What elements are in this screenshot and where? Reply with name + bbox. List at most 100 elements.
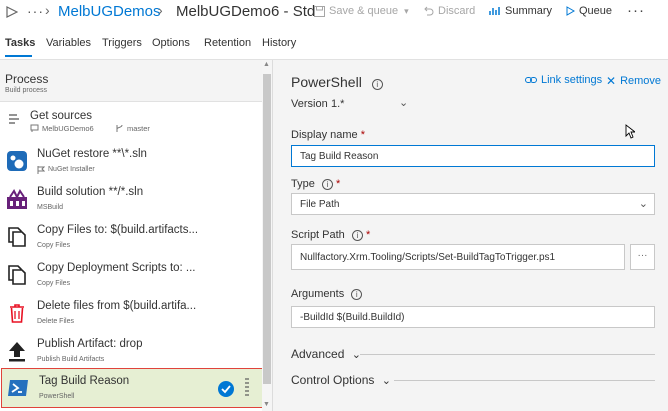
powershell-icon — [8, 380, 28, 396]
required-marker: * — [365, 229, 371, 241]
task-item-tag-build-reason[interactable]: Tag Build Reason PowerShell — [1, 368, 270, 408]
discard-label: Discard — [438, 5, 476, 17]
task-title: Copy Deployment Scripts to: ... — [37, 262, 196, 274]
advanced-section-toggle[interactable]: Advanced ⌄ — [291, 347, 361, 361]
task-title: Build solution **/*.sln — [37, 186, 144, 198]
tab-tasks[interactable]: Tasks — [5, 37, 35, 49]
task-item-build-solution[interactable]: Build solution **/*.sln MSBuild — [0, 180, 262, 218]
copy-files-icon — [8, 265, 26, 285]
type-label: Type i * — [291, 178, 340, 190]
pipeline-icon — [6, 6, 18, 18]
type-select[interactable]: File Path ⌄ — [291, 193, 655, 215]
scrollbar-thumb[interactable] — [263, 74, 271, 384]
scroll-up-icon[interactable]: ▲ — [263, 61, 270, 68]
process-title: Process — [5, 72, 49, 86]
task-item-copy-files[interactable]: Copy Files to: $(build.artifacts... Copy… — [0, 218, 262, 256]
remove-button[interactable]: ✕ Remove — [606, 74, 661, 88]
get-sources-icon — [9, 114, 19, 124]
scroll-down-icon[interactable]: ▼ — [263, 401, 270, 408]
save-queue-button[interactable]: Save & queue ▾ — [314, 5, 409, 17]
process-subtitle: Build process — [5, 87, 48, 94]
chevron-down-icon: ▾ — [404, 5, 409, 16]
info-icon[interactable]: i — [351, 230, 363, 241]
required-marker: * — [360, 129, 365, 141]
summary-button[interactable]: Summary — [489, 5, 552, 17]
script-path-label-text: Script Path — [291, 229, 345, 241]
browse-button[interactable]: ··· — [630, 244, 655, 270]
task-subtitle: Publish Build Artifacts — [37, 356, 105, 363]
more-actions-icon[interactable]: ··· — [627, 2, 645, 19]
top-bar: ··· › MelbUGDemos › MelbUGDemo6 - Std Sa… — [0, 0, 668, 26]
arguments-label-text: Arguments — [291, 288, 345, 300]
tab-variables[interactable]: Variables — [46, 37, 91, 49]
task-title: Delete files from $(build.artifa... — [37, 300, 197, 312]
copy-files-icon — [8, 227, 26, 247]
task-subtitle: Delete Files — [37, 318, 74, 325]
close-icon: ✕ — [606, 74, 617, 88]
chevron-right-icon: › — [45, 2, 50, 18]
tab-triggers[interactable]: Triggers — [102, 37, 142, 49]
play-icon — [566, 6, 575, 16]
queue-label: Queue — [579, 5, 613, 17]
arguments-input[interactable]: -BuildId $(Build.BuildId) — [291, 306, 655, 328]
remove-label: Remove — [620, 75, 662, 87]
task-title: NuGet restore **\*.sln — [37, 148, 147, 160]
link-icon — [525, 77, 537, 83]
control-options-section-toggle[interactable]: Control Options ⌄ — [291, 373, 391, 387]
process-header[interactable]: Process Build process — [0, 60, 262, 102]
task-item-copy-deployment-scripts[interactable]: Copy Deployment Scripts to: ... Copy Fil… — [0, 256, 262, 294]
control-options-label: Control Options — [291, 373, 375, 387]
task-title: Publish Artifact: drop — [37, 338, 143, 350]
script-path-label: Script Path i * — [291, 229, 370, 241]
flag-icon — [37, 166, 45, 174]
task-item-publish-artifact[interactable]: Publish Artifact: drop Publish Build Art… — [0, 332, 262, 370]
task-item-delete-files[interactable]: Delete files from $(build.artifa... Dele… — [0, 294, 262, 332]
script-path-input[interactable]: Nullfactory.Xrm.Tooling/Scripts/Set-Buil… — [291, 244, 625, 270]
repo-icon — [30, 124, 39, 132]
get-sources-title: Get sources — [30, 110, 92, 122]
task-title: Copy Files to: $(build.artifacts... — [37, 224, 197, 236]
display-name-value: Tag Build Reason — [300, 151, 379, 162]
script-path-value: Nullfactory.Xrm.Tooling/Scripts/Set-Buil… — [300, 252, 556, 263]
task-title: Tag Build Reason — [39, 375, 130, 387]
undo-icon — [424, 6, 434, 16]
link-settings-label: Link settings — [541, 74, 603, 86]
save-icon — [314, 5, 325, 17]
active-tab-indicator — [5, 55, 32, 57]
task-item-nuget-restore[interactable]: NuGet restore **\*.sln NuGet Installer — [0, 142, 262, 180]
info-icon[interactable]: i — [321, 179, 333, 190]
info-icon[interactable]: i — [351, 289, 363, 300]
arguments-label: Arguments i — [291, 288, 363, 300]
section-divider — [394, 380, 655, 381]
task-subtitle: PowerShell — [39, 393, 75, 400]
chevron-down-icon: ⌄ — [399, 97, 409, 109]
task-subtitle: Copy Files — [37, 242, 71, 249]
summary-label: Summary — [505, 5, 553, 17]
required-marker: * — [335, 178, 341, 190]
breadcrumb-project[interactable]: MelbUGDemos — [58, 3, 161, 20]
type-value: File Path — [300, 199, 340, 210]
queue-button[interactable]: Queue — [565, 5, 612, 17]
upload-icon — [9, 342, 25, 362]
link-settings-button[interactable]: Link settings — [525, 74, 602, 86]
tab-history[interactable]: History — [262, 37, 296, 49]
info-icon[interactable]: i — [371, 79, 383, 90]
drag-handle-icon[interactable] — [245, 377, 249, 399]
summary-icon — [489, 7, 500, 15]
selected-check-icon — [218, 381, 234, 397]
arguments-value: -BuildId $(Build.BuildId) — [300, 312, 405, 323]
display-name-label-text: Display name — [291, 129, 358, 141]
advanced-label: Advanced — [291, 347, 345, 361]
task-subtitle: NuGet Installer — [48, 166, 95, 173]
version-select[interactable]: 1.* ⌄ — [331, 96, 411, 112]
display-name-input[interactable]: Tag Build Reason — [291, 145, 655, 167]
display-name-label: Display name * — [291, 129, 365, 141]
save-queue-label: Save & queue — [329, 5, 399, 17]
get-sources-item[interactable]: Get sources MelbUGDemo6 master — [0, 104, 262, 142]
tab-options[interactable]: Options — [152, 37, 190, 49]
discard-button[interactable]: Discard — [424, 5, 475, 17]
breadcrumb-more-icon[interactable]: ··· — [27, 3, 44, 19]
tab-retention[interactable]: Retention — [204, 37, 251, 49]
mouse-cursor-icon — [625, 124, 635, 139]
task-subtitle: MSBuild — [37, 204, 64, 211]
